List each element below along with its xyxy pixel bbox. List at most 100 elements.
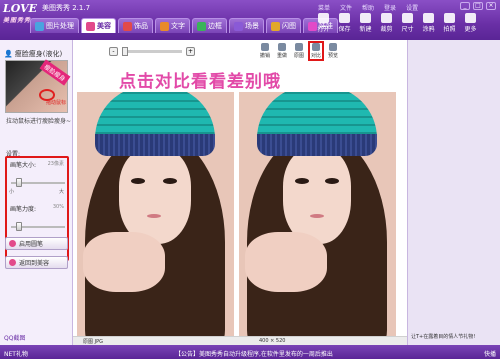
minimize-button[interactable]: _ (460, 2, 470, 10)
menu-item[interactable]: 登录 (384, 3, 396, 12)
action-button-2[interactable]: 原图 (293, 43, 305, 59)
toolbar-button-1[interactable]: 保存 (337, 13, 352, 33)
toolbar-button-2[interactable]: 新建 (358, 13, 373, 33)
toolbar-button-0[interactable]: 打开 (316, 13, 331, 33)
original-photo[interactable] (77, 92, 234, 339)
toolbar-button-3[interactable]: 裁剪 (379, 13, 394, 33)
effect-thumbnail: 瘦脸瘦身 拖动鼠标 (5, 59, 71, 113)
tool-label: 涂鸦 (422, 26, 435, 33)
tool-label: 裁剪 (380, 26, 393, 33)
tab-5[interactable]: 场景 (229, 18, 264, 33)
image-dimensions: 400 × 520 (259, 338, 286, 344)
action-button-3[interactable]: 对比 (308, 41, 324, 61)
status-left[interactable]: NET礼物 (4, 349, 28, 358)
tool-label: 尺寸 (401, 26, 414, 33)
thumbnail-tag: 瘦脸瘦身 (39, 59, 71, 86)
brush-size-label: 画笔大小: (10, 162, 37, 169)
brush-size-value: 23像素 (47, 161, 64, 167)
action-label: 撤销 (259, 53, 270, 59)
brush-strength-slider-handle[interactable] (15, 222, 22, 231)
photo-hat (257, 92, 377, 156)
toolbar-button-6[interactable]: 拍照 (442, 13, 457, 33)
tab-0[interactable]: 图片处理 (30, 18, 79, 33)
zoom-slider-handle[interactable] (122, 46, 128, 56)
photo-hat (95, 92, 215, 156)
tab-label: 饰品 (134, 22, 148, 30)
tool-icon (465, 13, 476, 23)
tab-icon (197, 21, 206, 31)
toolbar-button-7[interactable]: 更多 (463, 13, 478, 33)
brush-strength-label: 画笔力度: (10, 206, 37, 213)
right-panel: 让T+在露着目的情人节礼物! (407, 40, 500, 345)
top-toolbar: 打开 保存 新建 裁剪 尺寸 涂鸦 拍照 更多 (316, 13, 478, 33)
tool-label: 保存 (338, 26, 351, 33)
tab-6[interactable]: 闪图 (266, 18, 301, 33)
image-label: 原图 JPG (83, 339, 103, 345)
menu-item[interactable]: 菜单 (318, 3, 330, 12)
tab-3[interactable]: 文字 (155, 18, 190, 33)
zoom-control: - + (109, 41, 195, 61)
tab-4[interactable]: 边框 (192, 18, 227, 33)
tab-icon (234, 21, 243, 31)
window-menu: 菜单 文件 帮助 登录 设置 (318, 3, 418, 12)
tool-icon (423, 13, 434, 23)
tool-label: 打开 (317, 26, 330, 33)
ad-link[interactable]: 让T+在露着目的情人节礼物! (411, 333, 475, 340)
toolbar-button-5[interactable]: 涂鸦 (421, 13, 436, 33)
action-button-1[interactable]: 重做 (276, 43, 288, 59)
close-button[interactable]: × (486, 2, 496, 10)
tab-1[interactable]: 美容 (81, 18, 116, 33)
photo-mouth (310, 214, 324, 218)
tool-label: 更多 (464, 26, 477, 33)
enable-round-brush-button[interactable]: 启用圆笔 (5, 237, 68, 250)
tab-2[interactable]: 饰品 (118, 18, 153, 33)
menu-item[interactable]: 帮助 (362, 3, 374, 12)
zoom-out-button[interactable]: - (109, 46, 118, 56)
photo-mouth (147, 214, 161, 218)
slim-face-icon: 👤 (4, 50, 13, 58)
tab-icon (86, 21, 95, 31)
zoom-slider[interactable] (122, 46, 182, 56)
action-label: 重做 (276, 53, 287, 59)
brush-size-slider-handle[interactable] (15, 178, 22, 187)
tab-icon (35, 21, 44, 31)
tool-icon (339, 13, 350, 23)
zoom-in-button[interactable]: + (186, 46, 195, 56)
brush-size-min: 小 (9, 189, 15, 195)
tab-icon (271, 21, 280, 31)
action-icon (261, 43, 269, 51)
thumbnail-red-text: 拖动鼠标 (46, 100, 67, 106)
main-tabs: 图片处理 美容 饰品 文字 边框 场景 闪图 娃娃 (30, 18, 338, 33)
hint-text: 拉动鼠标进行瘦脸瘦身~ (6, 118, 72, 125)
brush-strength-value: 30% (52, 204, 64, 210)
tool-label: 新建 (359, 26, 372, 33)
action-button-0[interactable]: 撤销 (259, 43, 271, 59)
menu-item[interactable]: 文件 (340, 3, 352, 12)
toolbar-button-4[interactable]: 尺寸 (400, 13, 415, 33)
edit-actions: 撤销 重做 原图 对比 预览 (259, 41, 339, 61)
qq-screenshot-link[interactable]: QQ截图 (4, 333, 25, 342)
back-to-beauty-button[interactable]: 返回到美容 (5, 256, 68, 269)
photo-eye-right (325, 178, 339, 184)
action-icon (295, 43, 303, 51)
window-controls: _ □ × (460, 2, 496, 10)
tool-icon (381, 13, 392, 23)
edited-photo[interactable] (239, 92, 396, 339)
back-icon (9, 259, 16, 266)
status-right[interactable]: 快播 (484, 349, 496, 358)
photo-hat-band (95, 134, 215, 156)
tool-icon (444, 13, 455, 23)
panel-title: 👤 瘦脸瘦身(液化) (4, 50, 63, 58)
photo-hand (245, 232, 327, 292)
photo-hat-band (257, 134, 377, 156)
status-bar: NET礼物 【公告】美图秀秀自动升级程序,在软件里发布的一周后推出 快播 (0, 345, 500, 359)
action-icon (329, 43, 337, 51)
tab-label: 文字 (171, 22, 185, 30)
tab-label: 图片处理 (46, 22, 74, 30)
announcement-text[interactable]: 【公告】美图秀秀自动升级程序,在软件里发布的一周后推出 (175, 349, 333, 358)
action-button-4[interactable]: 预览 (327, 43, 339, 59)
menu-item[interactable]: 设置 (406, 3, 418, 12)
brush-size-max: 大 (58, 189, 64, 195)
maximize-button[interactable]: □ (473, 2, 483, 10)
photo-eye-left (131, 178, 145, 184)
